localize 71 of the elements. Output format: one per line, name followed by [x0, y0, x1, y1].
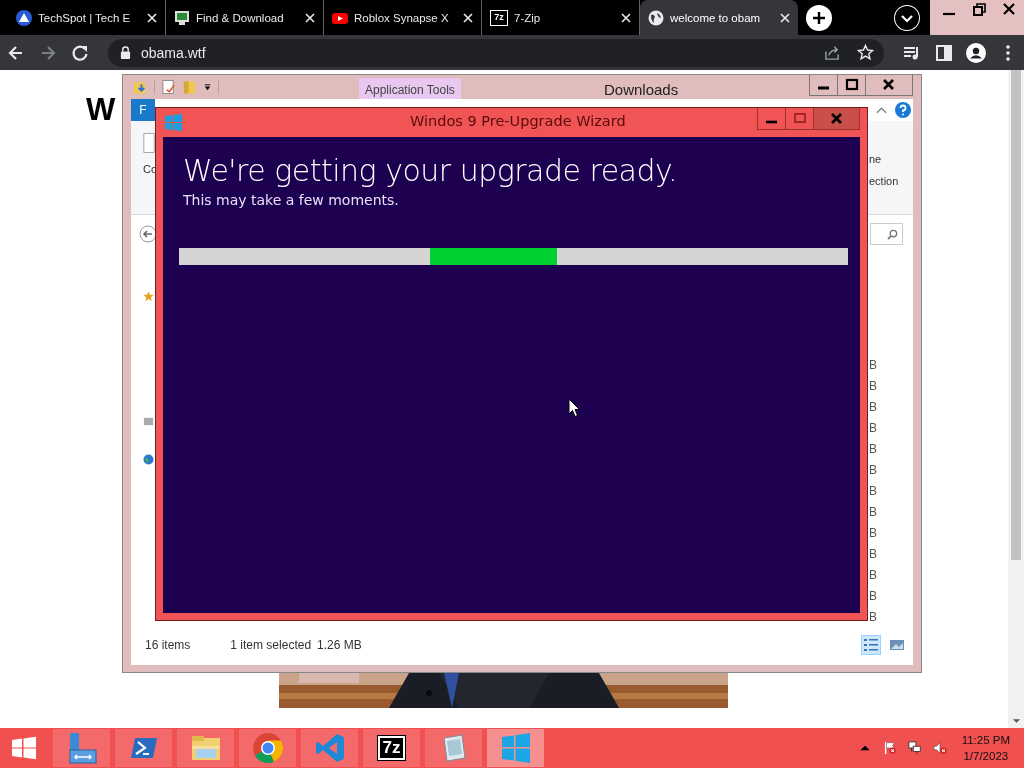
wizard-heading: We're getting your upgrade ready.	[183, 153, 679, 188]
context-tab[interactable]: Application Tools	[359, 78, 461, 102]
folder-icon[interactable]	[133, 79, 148, 95]
table-cell-text: B	[869, 421, 878, 436]
chrome-icon	[251, 732, 284, 764]
wizard-subtitle: This may take a few moments.	[183, 192, 400, 208]
lock-icon	[120, 46, 131, 59]
image-icon	[889, 638, 905, 652]
table-cell-text: B	[869, 547, 878, 562]
star-icon[interactable]	[857, 44, 874, 61]
table-cell-text: B	[869, 526, 878, 541]
table-cell-text: B	[869, 463, 878, 478]
page-heading: W	[86, 92, 116, 128]
table-cell-text: B	[869, 484, 878, 499]
document-icon[interactable]	[161, 79, 176, 95]
window-title: Downloads	[604, 81, 679, 98]
taskbar-app[interactable]	[53, 729, 110, 767]
close-icon[interactable]	[461, 10, 475, 25]
taskbar-app[interactable]: 7z	[363, 729, 420, 767]
table-cell-text: B	[869, 358, 878, 373]
clock[interactable]: 11:25 PM 1/7/2023	[961, 732, 1010, 764]
tab-search-icon[interactable]	[894, 4, 920, 31]
windows-logo-icon	[499, 732, 532, 764]
table-cell-text: B	[869, 379, 878, 394]
cursor-icon	[568, 398, 580, 418]
app-logo: 7z	[377, 735, 406, 761]
star-icon[interactable]	[143, 291, 154, 302]
close-icon[interactable]	[619, 10, 633, 25]
table-cell-text: B	[869, 568, 878, 583]
selection-size: 1.26 MB	[317, 638, 362, 652]
scroll-down-icon[interactable]	[1011, 718, 1021, 724]
side-panel-icon[interactable]	[934, 42, 954, 63]
globe-icon[interactable]	[143, 454, 154, 465]
ribbon-label[interactable]: ne	[869, 153, 882, 165]
close-icon[interactable]	[778, 10, 792, 25]
new-tab-icon[interactable]	[806, 4, 832, 31]
search-icon	[887, 228, 898, 240]
monitor-icon	[174, 9, 190, 26]
dropdown-icon[interactable]	[203, 82, 212, 92]
code-editor-icon	[313, 732, 346, 764]
table-cell-text: B	[869, 442, 878, 457]
app-logo: 7z	[490, 9, 508, 26]
window-title: Windos 9 Pre-Upgrade Wizard	[410, 113, 626, 129]
browser-tab[interactable]: welcome to obam	[640, 0, 798, 35]
ribbon-label[interactable]: ection	[869, 175, 899, 187]
help-icon[interactable]	[895, 102, 911, 118]
table-cell-text: B	[869, 400, 878, 415]
selection-status: 1 item selected	[230, 638, 312, 652]
network-icon[interactable]	[907, 741, 922, 755]
details-view-button[interactable]	[861, 635, 881, 655]
file-tab[interactable]: F	[131, 99, 155, 121]
search-field[interactable]	[870, 223, 903, 245]
table-cell-text: B	[869, 505, 878, 520]
collapse-icon[interactable]	[876, 106, 887, 114]
list-icon	[863, 638, 879, 652]
taskbar-app[interactable]	[239, 729, 296, 767]
close-icon[interactable]	[303, 10, 317, 25]
close-icon[interactable]	[145, 10, 159, 25]
item-count: 16 items	[145, 638, 191, 652]
muted-speaker-icon[interactable]	[932, 741, 947, 755]
profile-icon[interactable]	[966, 42, 986, 63]
scrollbar-thumb[interactable]	[1011, 70, 1021, 560]
globe-icon	[648, 9, 664, 26]
share-icon[interactable]	[824, 44, 841, 61]
flag-icon[interactable]	[882, 741, 897, 755]
address-bar[interactable]: obama.wtf	[108, 38, 884, 67]
taskbar-app[interactable]	[425, 729, 482, 767]
table-cell-text: B	[869, 589, 878, 604]
table-cell-text: B	[869, 610, 878, 625]
taskbar-app[interactable]	[115, 729, 172, 767]
windows-logo-icon	[165, 114, 182, 131]
